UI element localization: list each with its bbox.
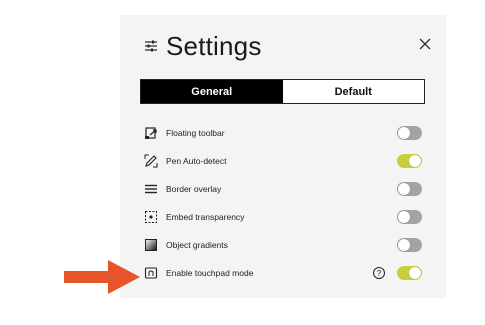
option-floating-toolbar: Floating toolbar bbox=[144, 123, 422, 143]
object-gradients-toggle[interactable] bbox=[397, 238, 422, 252]
settings-panel: Settings General Default Floating toolba… bbox=[120, 15, 446, 298]
close-icon[interactable] bbox=[418, 37, 432, 51]
embed-transparency-toggle[interactable] bbox=[397, 210, 422, 224]
option-border-overlay: Border overlay bbox=[144, 179, 422, 199]
tab-general[interactable]: General bbox=[141, 80, 283, 103]
settings-header: Settings bbox=[144, 29, 262, 63]
floating-toolbar-toggle[interactable] bbox=[397, 126, 422, 140]
option-label: Object gradients bbox=[166, 240, 228, 250]
pointer-arrow-icon bbox=[64, 260, 140, 294]
option-label: Embed transparency bbox=[166, 212, 245, 222]
touchpad-mode-toggle[interactable] bbox=[397, 266, 422, 280]
floating-toolbar-icon bbox=[144, 126, 158, 140]
page-title: Settings bbox=[166, 30, 262, 61]
border-overlay-toggle[interactable] bbox=[397, 182, 422, 196]
tab-default[interactable]: Default bbox=[282, 80, 424, 103]
option-label: Floating toolbar bbox=[166, 128, 225, 138]
border-lines-icon bbox=[144, 182, 158, 196]
transparency-icon bbox=[144, 210, 158, 224]
pen-icon bbox=[144, 154, 158, 168]
option-object-gradients: Object gradients bbox=[144, 235, 422, 255]
option-pen-auto-detect: Pen Auto-detect bbox=[144, 151, 422, 171]
option-enable-touchpad-mode: Enable touchpad mode ? bbox=[144, 263, 422, 283]
touchpad-icon bbox=[144, 266, 158, 280]
pen-auto-detect-toggle[interactable] bbox=[397, 154, 422, 168]
sliders-icon bbox=[145, 40, 157, 52]
option-label: Pen Auto-detect bbox=[166, 156, 227, 166]
tab-bar: General Default bbox=[140, 79, 425, 104]
help-icon[interactable]: ? bbox=[373, 267, 385, 279]
option-label: Border overlay bbox=[166, 184, 222, 194]
option-embed-transparency: Embed transparency bbox=[144, 207, 422, 227]
gradient-icon bbox=[144, 238, 158, 252]
option-label: Enable touchpad mode bbox=[166, 268, 254, 278]
